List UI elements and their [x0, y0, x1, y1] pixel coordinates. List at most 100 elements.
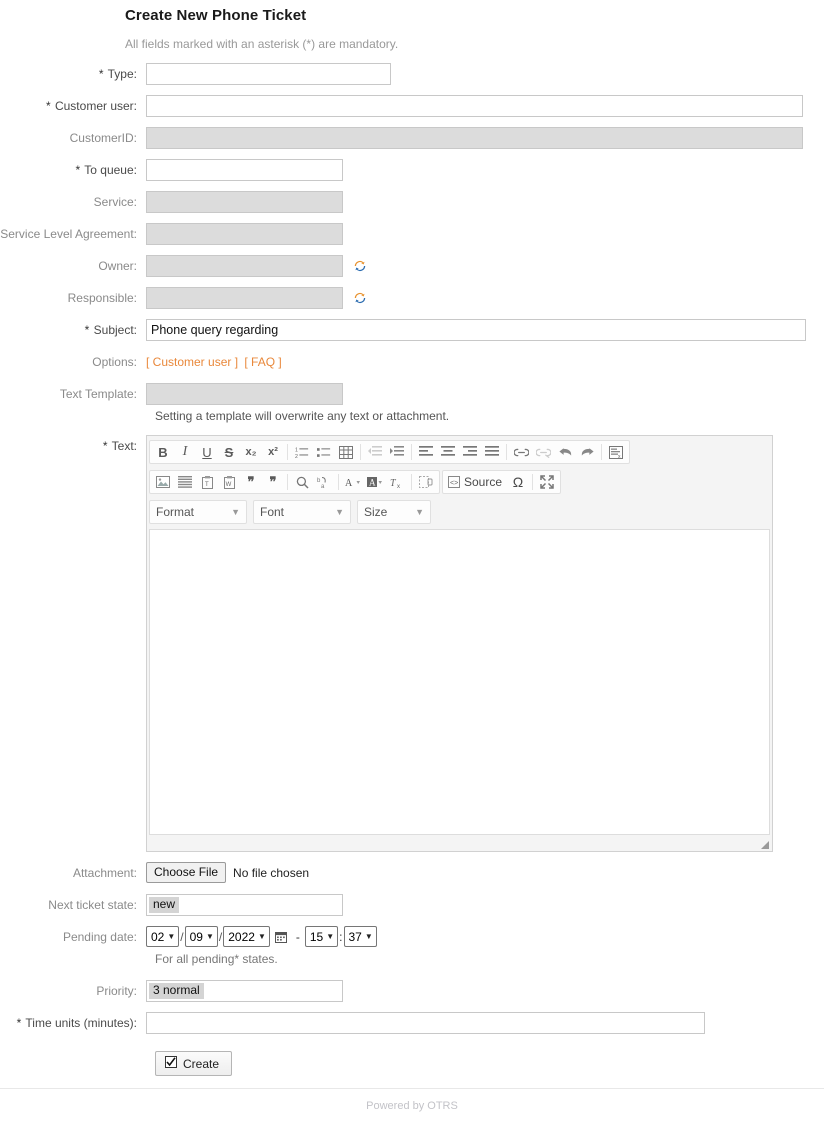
- editor-footer: [148, 836, 771, 850]
- text-template-input[interactable]: [146, 383, 343, 405]
- format-dropdown[interactable]: Format ▼: [149, 500, 247, 524]
- choose-file-button[interactable]: Choose File: [146, 862, 227, 883]
- strikethrough-icon[interactable]: S: [218, 442, 240, 462]
- table-icon[interactable]: [335, 442, 357, 462]
- unlink-icon[interactable]: [532, 442, 554, 462]
- label-customer-user: * Customer user:: [0, 95, 146, 117]
- page-title: Create New Phone Ticket: [125, 7, 307, 24]
- horizontal-rule-icon[interactable]: [174, 472, 196, 492]
- align-left-icon[interactable]: [415, 442, 437, 462]
- text-color-icon[interactable]: A: [342, 472, 364, 492]
- required-asterisk: *: [98, 67, 104, 81]
- editor-content-area[interactable]: [149, 529, 770, 835]
- maximize-icon[interactable]: [536, 472, 558, 492]
- source-button[interactable]: <> Source: [445, 475, 507, 489]
- date-separator: /: [218, 929, 223, 944]
- date-time-dash: -: [295, 929, 300, 944]
- bulleted-list-icon[interactable]: [313, 442, 335, 462]
- pending-minute-select[interactable]: 37 ▼: [343, 926, 377, 947]
- background-color-icon[interactable]: A: [364, 472, 386, 492]
- calendar-icon[interactable]: [274, 931, 287, 943]
- next-ticket-state-select[interactable]: new: [146, 894, 343, 916]
- source-button-label: Source: [464, 475, 503, 489]
- font-dropdown[interactable]: Font ▼: [253, 500, 351, 524]
- faq-link[interactable]: [ FAQ ]: [244, 355, 281, 369]
- superscript-icon[interactable]: x²: [262, 442, 284, 462]
- align-right-icon[interactable]: [459, 442, 481, 462]
- bold-icon[interactable]: B: [152, 442, 174, 462]
- decrease-indent-icon[interactable]: [364, 442, 386, 462]
- page-break-icon[interactable]: [415, 472, 437, 492]
- customer-user-input[interactable]: [146, 95, 803, 117]
- subject-input[interactable]: Phone query regarding: [146, 319, 806, 341]
- subscript-icon[interactable]: x₂: [240, 442, 262, 462]
- time-units-input[interactable]: [146, 1012, 705, 1034]
- refresh-icon[interactable]: [353, 291, 367, 305]
- create-button[interactable]: Create: [155, 1051, 233, 1076]
- size-dropdown[interactable]: Size ▼: [357, 500, 431, 524]
- pending-day-select[interactable]: 09 ▼: [184, 926, 218, 947]
- required-asterisk: *: [102, 439, 108, 453]
- label-responsible: Responsible:: [67, 291, 137, 305]
- chevron-down-icon: ▼: [415, 507, 424, 517]
- refresh-icon[interactable]: [353, 259, 367, 273]
- font-dropdown-label: Font: [260, 505, 285, 519]
- underline-icon[interactable]: U: [196, 442, 218, 462]
- date-separator: /: [180, 929, 184, 944]
- field-row-responsible: Responsible:: [0, 287, 824, 309]
- italic-icon[interactable]: I: [174, 442, 196, 462]
- replace-icon[interactable]: ba: [313, 472, 335, 492]
- customer-id-input[interactable]: [146, 127, 803, 149]
- label-sla: Service Level Agreement:: [0, 227, 137, 241]
- toolbar-separator: [287, 444, 288, 460]
- service-input[interactable]: [146, 191, 343, 213]
- svg-text:2: 2: [295, 453, 298, 458]
- blockquote-close-icon[interactable]: ❞: [262, 472, 284, 492]
- align-center-icon[interactable]: [437, 442, 459, 462]
- paste-from-word-icon[interactable]: W: [218, 472, 240, 492]
- required-asterisk: *: [45, 99, 51, 113]
- priority-select[interactable]: 3 normal: [146, 980, 343, 1002]
- blockquote-open-icon[interactable]: ❞: [240, 472, 262, 492]
- redo-icon[interactable]: [576, 442, 598, 462]
- field-row-customer-id: CustomerID:: [0, 127, 824, 149]
- field-row-priority: Priority: 3 normal: [0, 980, 824, 1002]
- pending-month-value: 02: [151, 929, 165, 944]
- pending-hour-value: 15: [309, 929, 324, 944]
- owner-input[interactable]: [146, 255, 343, 277]
- increase-indent-icon[interactable]: [386, 442, 408, 462]
- remove-format-icon[interactable]: Tx: [386, 472, 408, 492]
- image-icon[interactable]: [152, 472, 174, 492]
- find-icon[interactable]: [291, 472, 313, 492]
- toolbar-separator: [532, 474, 534, 490]
- svg-text:x: x: [397, 484, 400, 489]
- required-asterisk: *: [75, 163, 81, 177]
- link-icon[interactable]: [510, 442, 532, 462]
- pending-date-controls: 02 ▼ / 09 ▼ / 2022 ▼ - 15 ▼: 37 ▼: [146, 926, 377, 947]
- file-status-text: No file chosen: [233, 865, 310, 880]
- undo-icon[interactable]: [554, 442, 576, 462]
- paste-as-plain-text-icon[interactable]: T: [196, 472, 218, 492]
- label-options: Options:: [92, 355, 137, 369]
- rich-text-editor: B I U S x₂ x² 12 x T W ❞ ❞ b a A A T x <…: [146, 435, 773, 852]
- pending-month-select[interactable]: 02 ▼: [146, 926, 180, 947]
- toolbar-separator: [601, 444, 602, 460]
- type-input[interactable]: [146, 63, 391, 85]
- field-row-pending-date: Pending date: 02 ▼ / 09 ▼ / 2022 ▼ - 15 …: [0, 926, 824, 948]
- customer-user-link[interactable]: [ Customer user ]: [146, 355, 238, 369]
- remove-format-block-icon[interactable]: x: [605, 442, 627, 462]
- pending-year-select[interactable]: 2022 ▼: [223, 926, 270, 947]
- pending-hour-select[interactable]: 15 ▼: [304, 926, 339, 947]
- responsible-input[interactable]: [146, 287, 343, 309]
- to-queue-input[interactable]: [146, 159, 343, 181]
- sla-input[interactable]: [146, 223, 343, 245]
- chevron-down-icon: ▼: [205, 932, 214, 941]
- align-justify-icon[interactable]: [481, 442, 503, 462]
- chevron-down-icon: ▼: [167, 932, 176, 941]
- special-character-icon[interactable]: Ω: [507, 472, 529, 492]
- numbered-list-icon[interactable]: 12: [291, 442, 313, 462]
- label-pending-date: Pending date:: [62, 930, 137, 944]
- editor-toolbar-row-1: B I U S x₂ x² 12 x: [148, 437, 771, 467]
- field-row-sla: Service Level Agreement:: [0, 223, 824, 245]
- resize-handle[interactable]: [761, 841, 769, 849]
